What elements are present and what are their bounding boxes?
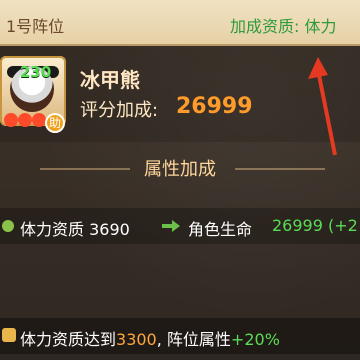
- star-icon: [32, 113, 46, 127]
- bonus-row: 体力资质达到3300, 阵位属性+20%: [0, 318, 360, 354]
- bonus-text: 体力资质达到3300, 阵位属性+20%: [20, 326, 280, 350]
- star-icon: [4, 113, 18, 127]
- target-stat-value: 26999 (+2: [272, 216, 358, 235]
- star-icon: [18, 113, 32, 127]
- bonus-quality-label: 加成资质: 体力: [230, 17, 337, 36]
- target-stat-label: 角色生命: [188, 220, 253, 239]
- arrow-right-icon: [162, 220, 180, 232]
- annotation-arrow-icon: [308, 57, 337, 156]
- bonus-threshold: 3300: [116, 330, 157, 349]
- stat-row: 体力资质 3690 角色生命 26999 (+2: [0, 208, 360, 244]
- stat-label: 体力资质 3690: [20, 220, 130, 239]
- helper-badge: 助: [45, 113, 65, 133]
- formation-title: 1号阵位: [6, 17, 65, 36]
- formation-header: 1号阵位 加成资质: 体力: [0, 0, 360, 46]
- hero-level: 230: [20, 63, 52, 81]
- score-label: 评分加成:: [80, 100, 159, 121]
- quality-icon: [2, 220, 14, 232]
- bonus-icon: [2, 328, 16, 342]
- bonus-percent: +20%: [230, 330, 280, 349]
- section-divider-right: [235, 168, 325, 170]
- bonus-middle: , 阵位属性: [156, 330, 231, 349]
- hero-name: 冰甲熊: [80, 68, 140, 92]
- score-value: 26999: [176, 94, 253, 119]
- bonus-prefix: 体力资质达到: [20, 330, 117, 349]
